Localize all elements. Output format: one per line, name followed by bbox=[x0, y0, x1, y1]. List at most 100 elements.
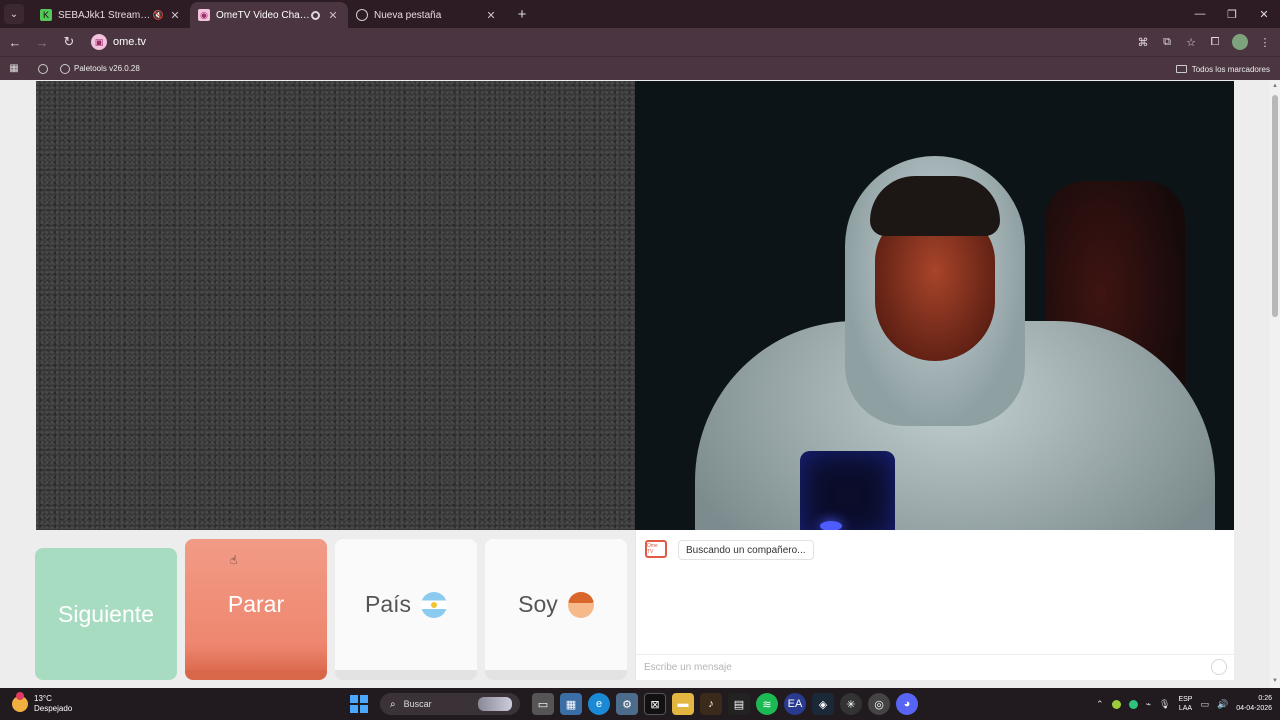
terminal-icon[interactable]: ▤ bbox=[728, 693, 750, 715]
message-input[interactable]: Escribe un mensaje bbox=[636, 654, 1235, 680]
guitar-app-icon[interactable]: ♪ bbox=[700, 693, 722, 715]
system-tray: ⌃ ⌁ 🎙 ESP LAA ▭ 🔊 0:26 04-04-2026 bbox=[1096, 688, 1272, 720]
translate-icon[interactable]: ⌘ bbox=[1136, 35, 1150, 49]
folder-icon bbox=[1175, 65, 1187, 73]
search-label: Buscar bbox=[403, 699, 432, 709]
display-icon[interactable]: ▭ bbox=[1200, 699, 1209, 710]
mute-icon[interactable]: 🔇 bbox=[153, 10, 164, 21]
language-indicator[interactable]: ESP LAA bbox=[1178, 695, 1192, 713]
temperature: 13°C bbox=[34, 694, 52, 703]
forward-icon[interactable]: → bbox=[30, 30, 54, 54]
steam-icon[interactable]: ◈ bbox=[812, 693, 834, 715]
microphone-icon[interactable]: 🎙 bbox=[1159, 699, 1170, 710]
weather-widget[interactable]: 13°C Despejado bbox=[12, 688, 72, 720]
url-text[interactable]: ome.tv bbox=[113, 36, 146, 48]
stop-button[interactable]: Parar bbox=[185, 539, 327, 680]
chevron-up-icon[interactable]: ⌃ bbox=[1096, 699, 1104, 710]
status-message: Buscando un compañero... bbox=[678, 540, 814, 560]
volume-icon[interactable]: 🔊 bbox=[1217, 699, 1228, 710]
chatgpt-icon[interactable]: ✳ bbox=[840, 693, 862, 715]
minimize-icon[interactable]: — bbox=[1184, 0, 1216, 28]
bookmark-paletools[interactable]: Paletools v26.0.28 bbox=[38, 63, 140, 74]
time: 0:26 bbox=[1258, 695, 1272, 702]
apps-grid-icon[interactable]: ▦ bbox=[8, 63, 20, 75]
browser-toolbar: ← → ↻ ▣ ome.tv ⌘ ⧉ ☆ ⧠ ⋮ bbox=[0, 28, 1280, 56]
network-off-icon[interactable]: ⌁ bbox=[1146, 699, 1151, 710]
globe-icon bbox=[60, 63, 70, 74]
extensions-icon[interactable]: ⧠ bbox=[1208, 35, 1222, 49]
tab-twitch[interactable]: K SEBAJkk1 Stream - Watch Live 🔇 ✕ bbox=[32, 2, 190, 28]
menu-icon[interactable]: ⋮ bbox=[1258, 35, 1272, 49]
all-bookmarks-label: Todos los marcadores bbox=[1191, 64, 1270, 74]
chat-panel: Ome TV Buscando un compañero... Escribe … bbox=[635, 530, 1235, 680]
tab-title: Nueva pestaña bbox=[374, 9, 442, 21]
status-text: Buscando un compañero... bbox=[686, 544, 806, 556]
ea-icon[interactable]: EA bbox=[784, 693, 806, 715]
close-icon[interactable]: ✕ bbox=[484, 9, 498, 22]
hand-cursor-icon: ☝ bbox=[230, 553, 238, 567]
chrome-icon bbox=[356, 9, 368, 21]
stop-label: Parar bbox=[227, 591, 285, 617]
country-label: País bbox=[364, 591, 412, 617]
cast-icon[interactable]: ⧉ bbox=[1160, 35, 1174, 49]
search-icon: ⌕ bbox=[390, 698, 396, 710]
site-info-icon[interactable]: ▣ bbox=[91, 34, 107, 50]
tab-title: OmeTV Video Chat — Omegle Alternative bbox=[216, 9, 311, 21]
clock[interactable]: 0:26 04-04-2026 bbox=[1236, 694, 1272, 714]
task-view-icon[interactable]: ▭ bbox=[532, 693, 554, 715]
tab-ometv[interactable]: ◉ OmeTV Video Chat — Omegle Alternative … bbox=[190, 2, 348, 28]
xbox-icon[interactable]: ⊠ bbox=[644, 693, 666, 715]
recording-icon bbox=[311, 10, 320, 20]
emoji-icon[interactable] bbox=[1211, 659, 1227, 675]
tray-app-icon[interactable] bbox=[1128, 699, 1138, 709]
close-window-icon[interactable]: ✕ bbox=[1248, 0, 1280, 28]
phone-shape bbox=[800, 451, 895, 530]
profile-avatar[interactable] bbox=[1232, 34, 1248, 50]
reload-icon[interactable]: ↻ bbox=[57, 30, 81, 54]
bookmark-star-icon[interactable]: ☆ bbox=[1184, 35, 1198, 49]
next-label: Siguiente bbox=[58, 600, 154, 627]
calculator-icon[interactable]: ▦ bbox=[560, 693, 582, 715]
tray-app-icon[interactable] bbox=[1111, 699, 1121, 709]
chrome-taskbar-icon[interactable]: ◎ bbox=[868, 693, 890, 715]
lang-code: ESP bbox=[1178, 696, 1193, 703]
ometv-logo-icon: Ome TV bbox=[645, 540, 667, 558]
settings-icon[interactable]: ⚙ bbox=[616, 693, 638, 715]
all-bookmarks[interactable]: Todos los marcadores bbox=[1175, 57, 1270, 81]
scroll-down-icon[interactable]: ▼ bbox=[1271, 678, 1279, 686]
lang-layout: LAA bbox=[1178, 705, 1193, 712]
bookmark-label: Paletools v26.0.28 bbox=[74, 64, 140, 73]
gender-label: Soy bbox=[518, 591, 558, 617]
browser-tab-bar: ⌄ K SEBAJkk1 Stream - Watch Live 🔇 ✕ ◉ O… bbox=[0, 0, 1280, 28]
bookmarks-bar: ▦ Paletools v26.0.28 Todos los marcadore… bbox=[0, 56, 1280, 80]
edge-icon[interactable]: e bbox=[588, 693, 610, 715]
scrollbar-thumb[interactable] bbox=[1272, 95, 1278, 317]
country-button[interactable]: País bbox=[335, 539, 477, 680]
discord-icon[interactable]: ◕ bbox=[896, 693, 918, 715]
taskbar-search[interactable]: ⌕ Buscar bbox=[380, 693, 520, 715]
toolbar-actions: ⌘ ⧉ ☆ ⧠ ⋮ bbox=[1136, 28, 1272, 56]
own-camera-video bbox=[635, 81, 1234, 530]
logo-text: Ome TV bbox=[647, 543, 658, 555]
back-icon[interactable]: ← bbox=[3, 30, 27, 54]
message-placeholder: Escribe un mensaje bbox=[644, 662, 732, 673]
gender-button[interactable]: Soy bbox=[485, 539, 627, 680]
tab-search-icon[interactable]: ⌄ bbox=[4, 4, 24, 24]
new-tab-button[interactable]: + bbox=[512, 6, 532, 23]
next-button[interactable]: Siguiente bbox=[35, 548, 177, 680]
address-bar[interactable]: ▣ ome.tv bbox=[91, 31, 1111, 53]
scroll-up-icon[interactable]: ▲ bbox=[1271, 83, 1279, 91]
restore-icon[interactable]: ❐ bbox=[1216, 0, 1248, 28]
weather-text: 13°C Despejado bbox=[34, 694, 72, 714]
tab-title: SEBAJkk1 Stream - Watch Live bbox=[58, 9, 153, 21]
globe-icon bbox=[38, 63, 48, 74]
windows-start-icon[interactable] bbox=[350, 695, 368, 713]
close-icon[interactable]: ✕ bbox=[326, 9, 340, 22]
phone-light bbox=[820, 521, 842, 530]
file-explorer-icon[interactable]: ▬ bbox=[672, 693, 694, 715]
spotify-icon[interactable]: ≋ bbox=[756, 693, 778, 715]
argentina-flag-icon bbox=[421, 591, 448, 618]
windows-taskbar: 13°C Despejado ⌕ Buscar ▭ ▦ e ⚙ ⊠ ▬ ♪ ▤ … bbox=[0, 688, 1280, 720]
close-icon[interactable]: ✕ bbox=[168, 9, 182, 22]
tab-new-tab[interactable]: Nueva pestaña ✕ bbox=[348, 2, 506, 28]
